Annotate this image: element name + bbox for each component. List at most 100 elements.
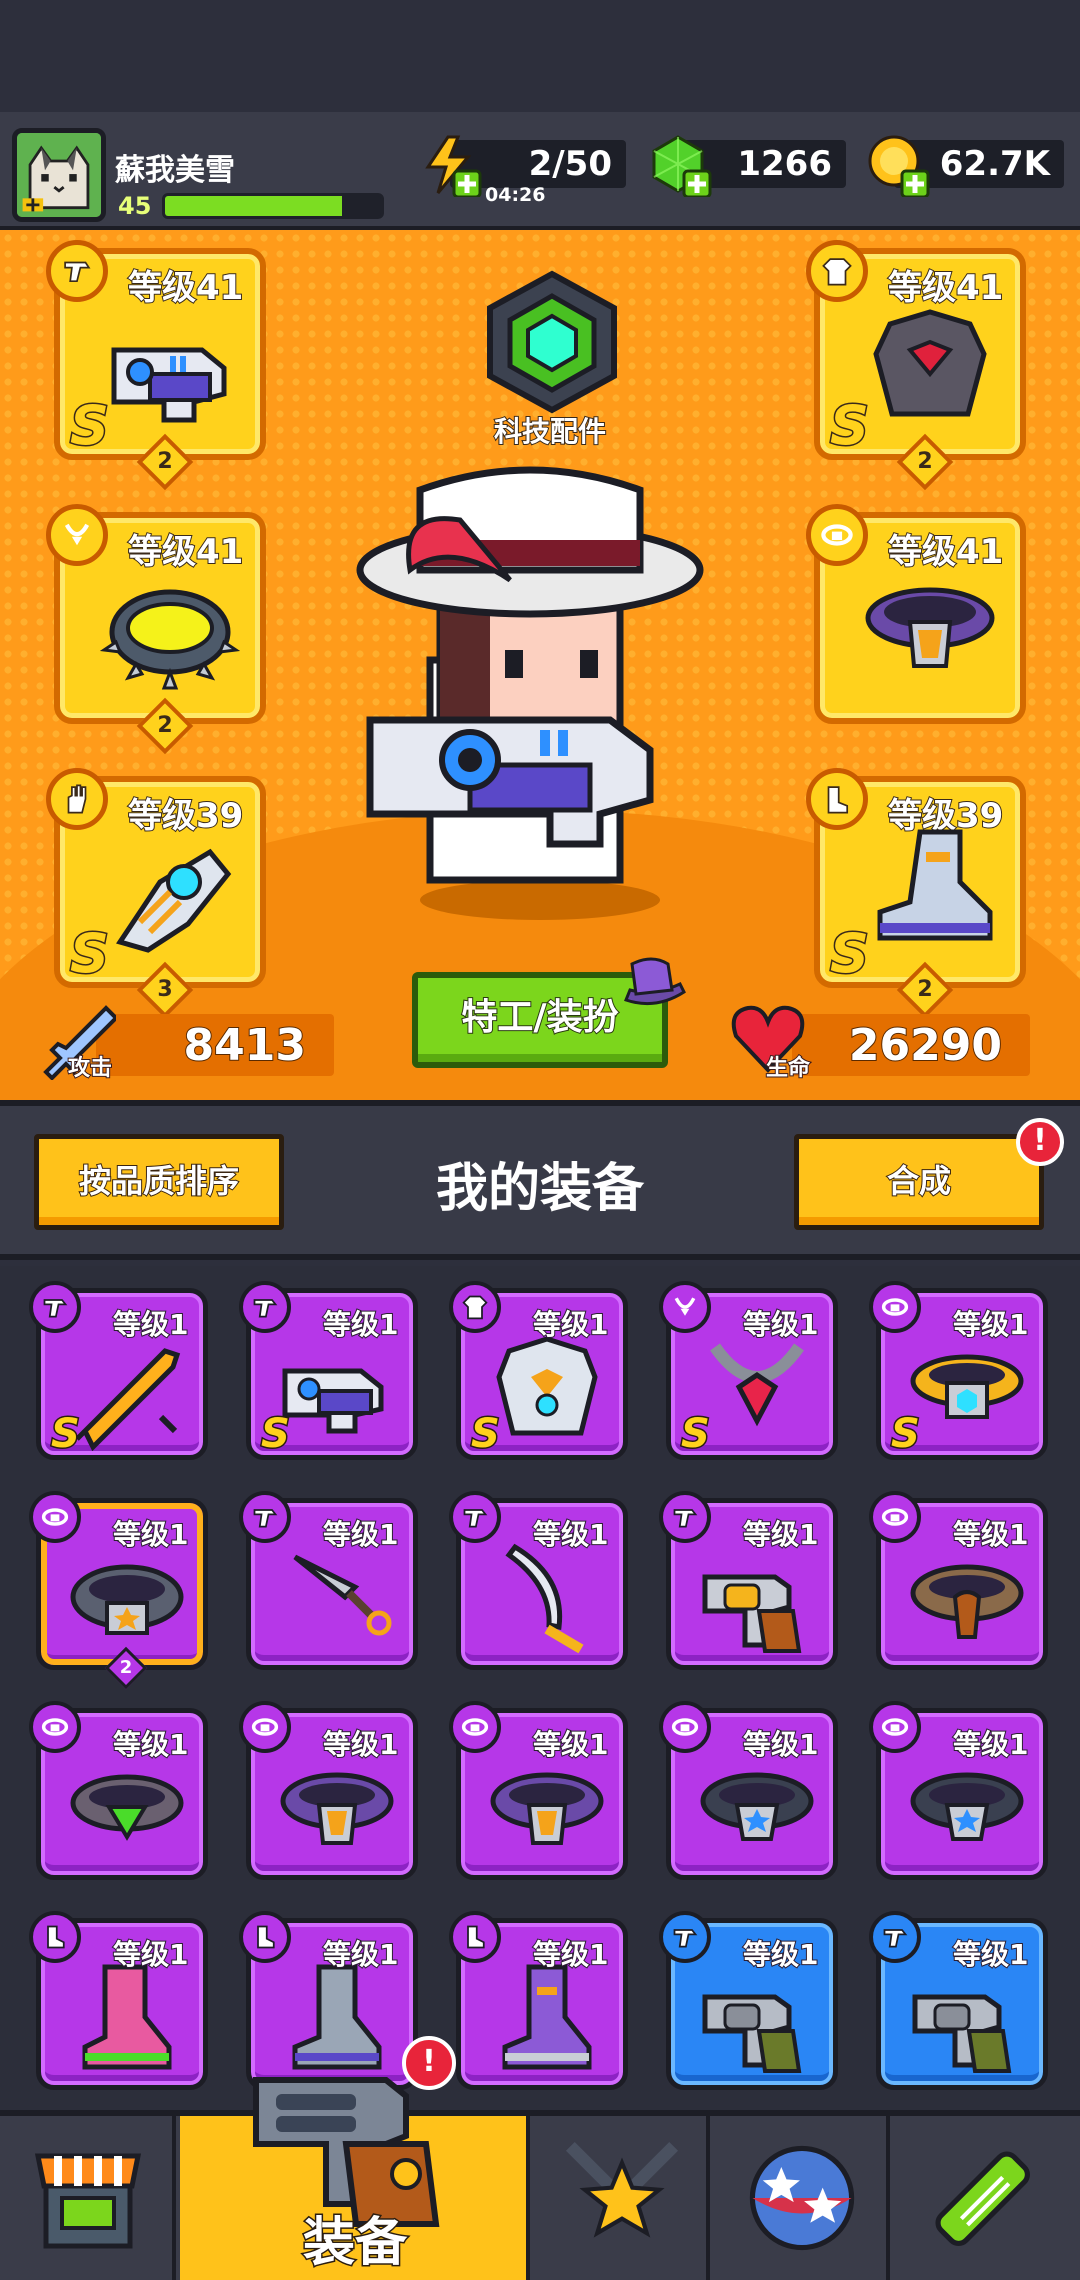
dna-capsule-icon: [935, 2151, 1030, 2246]
armor-slot-icon: [449, 1281, 501, 1333]
item-level: 等级1: [112, 1307, 189, 1342]
merge-alert-icon: !: [1016, 1118, 1064, 1166]
tech-parts-label: 科技配件: [493, 414, 607, 449]
spiked-collar-icon: [100, 589, 240, 690]
green-gem-plus-icon[interactable]: [648, 133, 712, 197]
xp-bar-fill: [165, 196, 343, 216]
merge-button[interactable]: 合成: [794, 1134, 1044, 1230]
item-level: 等级1: [952, 1307, 1029, 1342]
inventory-item[interactable]: 等级1: [239, 1491, 418, 1670]
player-level: 45: [118, 192, 152, 220]
inventory-item[interactable]: 等级1: [659, 1491, 838, 1670]
item-level: 等级1: [952, 1937, 1029, 1972]
inventory-item[interactable]: 等级1: [29, 1911, 208, 2090]
inventory-item[interactable]: 等级1: [659, 1701, 838, 1880]
inventory-item[interactable]: 等级1: [869, 1701, 1048, 1880]
orange-belt-icon: [490, 1772, 604, 1845]
mech-gauntlet-icon: [116, 848, 232, 953]
kunai-icon: [293, 1554, 392, 1636]
inventory-item[interactable]: 等级1: [449, 1491, 628, 1670]
inventory-item[interactable]: 等级1 2: [29, 1491, 208, 1690]
nav-battle[interactable]: [534, 2116, 710, 2280]
top-blank-bar: [0, 0, 1080, 112]
gold-coin-plus-icon[interactable]: [866, 133, 930, 197]
item-level: 等级1: [112, 1937, 189, 1972]
item-rank: S: [680, 1410, 712, 1459]
robot-armor-icon: [496, 1336, 598, 1436]
hero-character: [356, 466, 704, 920]
equipped-belt-slot[interactable]: 等级41: [806, 504, 1026, 724]
sort-by-quality-button[interactable]: 按品质排序: [34, 1134, 284, 1230]
star-ball-icon: [749, 2145, 855, 2251]
equipped-weapon-slot[interactable]: 等级41 S 2: [46, 240, 266, 491]
item-rank: S: [260, 1410, 292, 1459]
player-avatar[interactable]: [12, 128, 106, 222]
item-level: 等级1: [532, 1307, 609, 1342]
belt-slot-icon: [869, 1281, 921, 1333]
equipped-necklace-slot[interactable]: 等级41 2: [46, 504, 266, 755]
equipped-boots-slot[interactable]: 等级39 S 2: [806, 768, 1026, 1019]
inventory-item[interactable]: 等级1 S: [29, 1281, 208, 1460]
chain-necklace-icon: [710, 1343, 804, 1427]
item-level: 等级1: [952, 1517, 1029, 1552]
equipped-armor-slot[interactable]: 等级41 S 2: [806, 240, 1026, 491]
star-swords-icon: [565, 2141, 679, 2238]
hp-stat: 26290: [792, 1014, 1030, 1076]
belt-slot-icon: [29, 1491, 81, 1543]
gold-belt-icon: [910, 1354, 1024, 1419]
revolver-icon: [702, 1574, 802, 1653]
item-level: 等级1: [532, 1517, 609, 1552]
shop-icon: [34, 2153, 142, 2249]
hp-value: 26290: [848, 1019, 1003, 1072]
armor-slot-icon: [806, 240, 868, 302]
inventory-item[interactable]: 等级1: [239, 1701, 418, 1880]
item-rank: S: [890, 1410, 922, 1459]
player-name: 蘇我美雪: [115, 153, 235, 188]
boots-rank: S: [829, 921, 871, 987]
cat-avatar-icon: [17, 133, 101, 217]
inventory-item[interactable]: 等级1 S: [659, 1281, 838, 1460]
weapon-slot-icon: [46, 240, 108, 302]
necklace-slot-icon: [659, 1281, 711, 1333]
nav-equipment-alert-icon: !: [402, 2036, 456, 2090]
weapon-slot-icon: [659, 1911, 711, 1963]
inventory-item[interactable]: 等级1: [659, 1911, 838, 2090]
item-level: 等级1: [322, 1517, 399, 1552]
necklace-slot-icon: [46, 504, 108, 566]
inventory-item[interactable]: 等级1: [29, 1701, 208, 1880]
tech-parts-button[interactable]: [478, 268, 626, 416]
attack-value: 8413: [183, 1019, 307, 1072]
rope-belt-icon: [910, 1564, 1024, 1639]
weapon-slot-icon: [659, 1491, 711, 1543]
orange-belt-icon: [280, 1772, 394, 1845]
attack-label: 攻击: [67, 1055, 113, 1082]
equipped-glove-slot[interactable]: 等级39 S 3: [46, 768, 266, 1019]
item-level: 等级1: [112, 1727, 189, 1762]
green-revolver-icon: [702, 1994, 802, 2073]
nav-shop[interactable]: [0, 2116, 176, 2280]
boots-slot-icon: [449, 1911, 501, 1963]
inventory-item[interactable]: 等级1: [869, 1491, 1048, 1670]
nav-gacha[interactable]: [714, 2116, 890, 2280]
item-level: 等级1: [322, 1727, 399, 1762]
attack-stat: 8413: [96, 1014, 334, 1076]
inventory-item[interactable]: 等级1 S: [449, 1281, 628, 1460]
flame-sword-icon: [75, 1348, 181, 1451]
weapon-rank: S: [69, 393, 111, 459]
energy-value: 2/50: [528, 144, 612, 184]
lightning-plus-icon[interactable]: [418, 133, 482, 197]
inventory-item[interactable]: 等级1: [449, 1911, 628, 2090]
blue-star-belt-icon: [910, 1772, 1024, 1841]
purple-belt-icon: [865, 587, 995, 668]
item-level: 等级1: [952, 1727, 1029, 1762]
item-level: 等级1: [322, 1307, 399, 1342]
weapon-slot-icon: [449, 1491, 501, 1543]
pink-boots-icon: [82, 1964, 172, 2070]
item-level: 等级1: [742, 1307, 819, 1342]
nav-dna[interactable]: [894, 2116, 1070, 2280]
inventory-item[interactable]: 等级1: [449, 1701, 628, 1880]
inventory-item[interactable]: 等级1: [869, 1911, 1048, 2090]
item-level: 等级1: [532, 1727, 609, 1762]
inventory-item[interactable]: 等级1 S: [239, 1281, 418, 1460]
inventory-item[interactable]: 等级1 S: [869, 1281, 1048, 1460]
